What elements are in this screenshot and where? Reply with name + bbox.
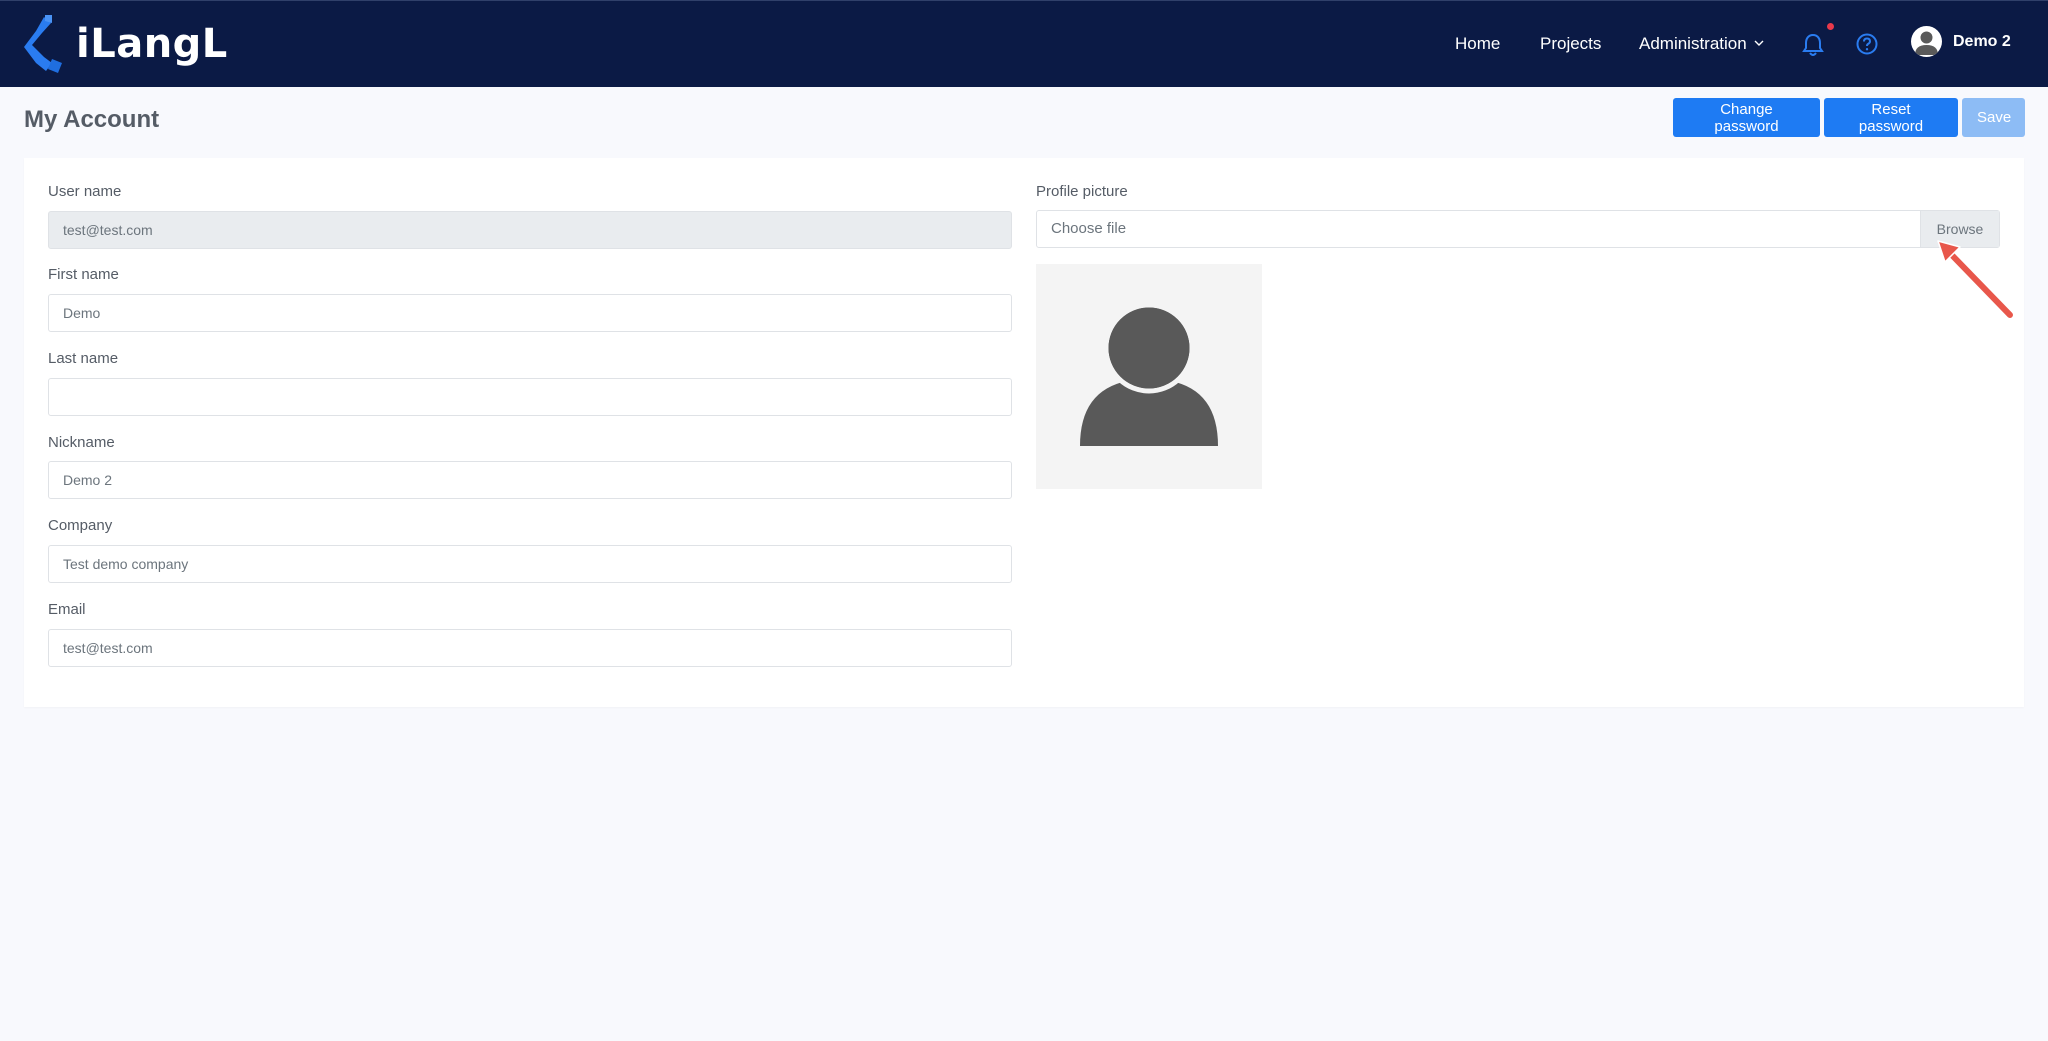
top-navbar: iLangL Home Projects Administration Demo… — [0, 0, 2048, 87]
nav-projects[interactable]: Projects — [1540, 32, 1601, 56]
profile-picture-file-input[interactable]: Choose file Browse — [1036, 210, 2000, 248]
email-field[interactable] — [48, 629, 1012, 667]
first-name-field[interactable] — [48, 294, 1012, 332]
company-label: Company — [48, 517, 113, 534]
user-menu-name[interactable]: Demo 2 — [1953, 31, 2011, 53]
profile-picture-preview — [1036, 264, 1262, 489]
username-label: User name — [48, 183, 122, 200]
reset-password-button[interactable]: Reset password — [1824, 98, 1958, 137]
user-silhouette-icon — [1080, 302, 1218, 446]
notification-dot — [1827, 23, 1834, 30]
avatar-icon[interactable] — [1911, 26, 1942, 57]
logo-icon — [24, 15, 62, 73]
page-title: My Account — [24, 106, 160, 133]
last-name-field[interactable] — [48, 378, 1012, 416]
file-input-placeholder: Choose file — [1051, 220, 1127, 237]
nav-administration[interactable]: Administration — [1639, 32, 1747, 56]
bell-icon[interactable] — [1802, 33, 1824, 57]
nickname-field[interactable] — [48, 461, 1012, 499]
profile-picture-label: Profile picture — [1036, 183, 1128, 200]
annotation-arrow-icon — [1937, 240, 2015, 320]
account-form-card: User name First name Last name Nickname … — [24, 158, 2024, 707]
nav-home[interactable]: Home — [1455, 32, 1500, 56]
logo-text: iLangL — [76, 21, 228, 67]
company-field[interactable] — [48, 545, 1012, 583]
change-password-button[interactable]: Change password — [1673, 98, 1820, 137]
last-name-label: Last name — [48, 350, 119, 367]
help-icon[interactable] — [1856, 33, 1878, 55]
email-label: Email — [48, 601, 86, 618]
logo[interactable]: iLangL — [22, 13, 228, 75]
chevron-down-icon[interactable] — [1753, 37, 1765, 49]
first-name-label: First name — [48, 266, 119, 283]
username-field[interactable] — [48, 211, 1012, 249]
save-button[interactable]: Save — [1962, 98, 2025, 137]
nickname-label: Nickname — [48, 434, 115, 451]
